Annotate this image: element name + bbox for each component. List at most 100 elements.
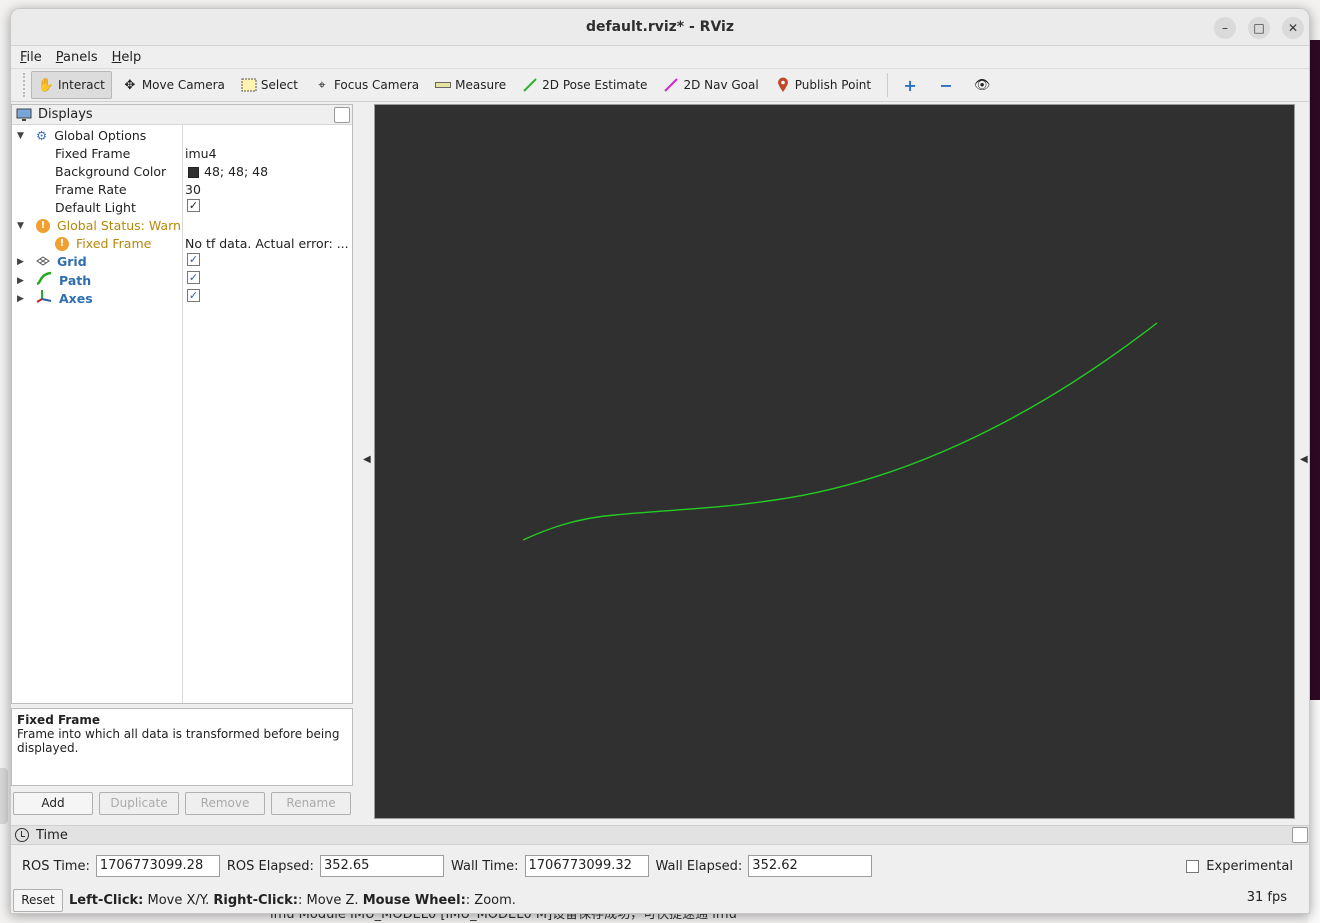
move-camera-tool[interactable]: ✥ Move Camera: [116, 71, 231, 99]
path-checkbox[interactable]: ✓: [187, 271, 200, 284]
ros-time-field[interactable]: 1706773099.28: [95, 855, 220, 877]
tree-row-path[interactable]: ▶ Path ✓: [12, 271, 352, 289]
select-tool[interactable]: Select: [235, 71, 304, 99]
warning-icon: !: [36, 219, 50, 233]
interact-label: Interact: [58, 78, 105, 92]
experimental-toggle[interactable]: Experimental: [1186, 859, 1293, 874]
publish-point-tool[interactable]: Publish Point: [769, 71, 877, 99]
default-light-label: Default Light: [55, 200, 136, 215]
path-icon: [36, 271, 52, 290]
measure-label: Measure: [455, 78, 507, 92]
reset-button[interactable]: Reset: [13, 888, 63, 912]
displays-title: Displays: [38, 107, 93, 122]
right-click-action: : Move Z.: [298, 892, 363, 908]
monitor-icon: [16, 108, 32, 122]
tool-bar: ✋ Interact ✥ Move Camera Select ⌖ Focus …: [11, 68, 1309, 102]
add-button[interactable]: Add: [13, 792, 93, 815]
wall-elapsed-label: Wall Elapsed:: [655, 858, 743, 874]
tree-row-default-light[interactable]: Default Light ✓: [12, 199, 352, 217]
collapse-left-icon[interactable]: ◀: [363, 454, 371, 465]
default-light-checkbox[interactable]: ✓: [187, 199, 200, 212]
window-title: default.rviz* - RViz: [585, 19, 734, 35]
pose-estimate-label: 2D Pose Estimate: [542, 78, 648, 92]
toolbar-grip[interactable]: [23, 73, 29, 97]
menu-panels[interactable]: Panels: [56, 50, 98, 65]
tree-row-status-fixed-frame[interactable]: ! Fixed Frame No tf data. Actual error: …: [12, 235, 352, 253]
menu-bar: File Panels Help: [11, 46, 1309, 68]
right-splitter[interactable]: ◀: [1297, 104, 1309, 819]
mouse-wheel-hint: Mouse Wheel:: [362, 892, 466, 908]
tree-row-global-status[interactable]: ▼ ! Global Status: Warn: [12, 217, 352, 235]
title-bar[interactable]: default.rviz* - RViz – □ ✕: [11, 9, 1309, 46]
description-title: Fixed Frame: [17, 713, 101, 727]
rename-button[interactable]: Rename: [271, 792, 351, 815]
expand-arrow-icon[interactable]: ▼: [17, 127, 29, 145]
tree-row-fixed-frame[interactable]: Fixed Frame imu4: [12, 145, 352, 163]
fixed-frame-label: Fixed Frame: [55, 146, 131, 161]
hand-icon: ✋: [37, 77, 55, 93]
axes-checkbox[interactable]: ✓: [187, 289, 200, 302]
interact-tool[interactable]: ✋ Interact: [31, 71, 112, 99]
measure-tool[interactable]: Measure: [429, 71, 512, 99]
tree-row-background-color[interactable]: Background Color 48; 48; 48: [12, 163, 352, 181]
tree-row-frame-rate[interactable]: Frame Rate 30: [12, 181, 352, 199]
background-color-label: Background Color: [55, 164, 167, 179]
left-splitter[interactable]: ◀: [360, 104, 372, 819]
collapse-right-icon[interactable]: ◀: [1300, 454, 1308, 465]
remove-button[interactable]: Remove: [185, 792, 265, 815]
warning-icon: !: [55, 237, 69, 251]
displays-panel-header: Displays: [12, 105, 352, 125]
wall-elapsed-field[interactable]: 352.62: [748, 855, 873, 877]
displays-button-row: Add Duplicate Remove Rename: [13, 792, 351, 815]
select-icon: [241, 77, 257, 93]
maximize-icon: □: [1253, 21, 1265, 35]
tree-row-axes[interactable]: ▶ Axes ✓: [12, 289, 352, 307]
ros-elapsed-label: ROS Elapsed:: [226, 858, 314, 874]
publish-point-label: Publish Point: [794, 78, 872, 92]
rviz-window: default.rviz* - RViz – □ ✕ File Panels H…: [10, 8, 1310, 914]
ros-elapsed-field[interactable]: 352.65: [319, 855, 444, 877]
remove-tool-button[interactable]: −: [932, 71, 964, 99]
wall-time-field[interactable]: 1706773099.32: [524, 855, 649, 877]
axes-label: Axes: [59, 290, 93, 306]
frame-rate-label: Frame Rate: [55, 182, 127, 197]
menu-file[interactable]: File: [20, 50, 42, 65]
collapse-arrow-icon[interactable]: ▶: [17, 253, 29, 271]
right-click-hint: Right-Click:: [213, 892, 298, 908]
menu-help[interactable]: Help: [112, 50, 142, 65]
status-bar: Reset Left-Click: Move X/Y. Right-Click:…: [11, 888, 1309, 912]
frame-rate-value[interactable]: 30: [185, 181, 201, 199]
tree-row-grid[interactable]: ▶ Grid ✓: [12, 253, 352, 271]
background-color-value: 48; 48; 48: [204, 164, 269, 179]
mouse-wheel-action: : Zoom.: [465, 892, 516, 908]
pose-estimate-tool[interactable]: 2D Pose Estimate: [516, 71, 653, 99]
dock-edge[interactable]: [0, 768, 8, 824]
axes-icon: [36, 289, 52, 308]
view-options-button[interactable]: 👁: [968, 71, 1000, 99]
displays-float-button[interactable]: [334, 107, 350, 123]
viewport-canvas: [522, 322, 1158, 541]
minimize-button[interactable]: –: [1214, 17, 1236, 39]
render-viewport[interactable]: [374, 104, 1295, 819]
minimize-icon: –: [1222, 21, 1228, 35]
fixed-frame-value[interactable]: imu4: [185, 145, 217, 163]
expand-arrow-icon[interactable]: ▼: [17, 217, 29, 235]
close-button[interactable]: ✕: [1282, 17, 1304, 39]
maximize-button[interactable]: □: [1248, 17, 1270, 39]
time-float-button[interactable]: [1292, 827, 1308, 843]
grid-checkbox[interactable]: ✓: [187, 253, 200, 266]
background-color-value-cell[interactable]: 48; 48; 48: [185, 163, 268, 181]
path-trajectory: [522, 322, 1158, 541]
collapse-arrow-icon[interactable]: ▶: [17, 272, 29, 290]
ros-time-label: ROS Time:: [22, 858, 90, 874]
experimental-checkbox[interactable]: [1186, 860, 1200, 873]
fps-counter: 31 fps: [1246, 890, 1287, 905]
collapse-arrow-icon[interactable]: ▶: [17, 290, 29, 308]
focus-camera-tool[interactable]: ⌖ Focus Camera: [308, 71, 425, 99]
add-tool-button[interactable]: +: [896, 71, 928, 99]
tree-row-global-options[interactable]: ▼ ⚙ Global Options: [12, 127, 352, 145]
duplicate-button[interactable]: Duplicate: [99, 792, 179, 815]
gear-icon: ⚙: [36, 128, 48, 143]
nav-goal-tool[interactable]: 2D Nav Goal: [657, 71, 764, 99]
move-camera-label: Move Camera: [141, 78, 225, 92]
